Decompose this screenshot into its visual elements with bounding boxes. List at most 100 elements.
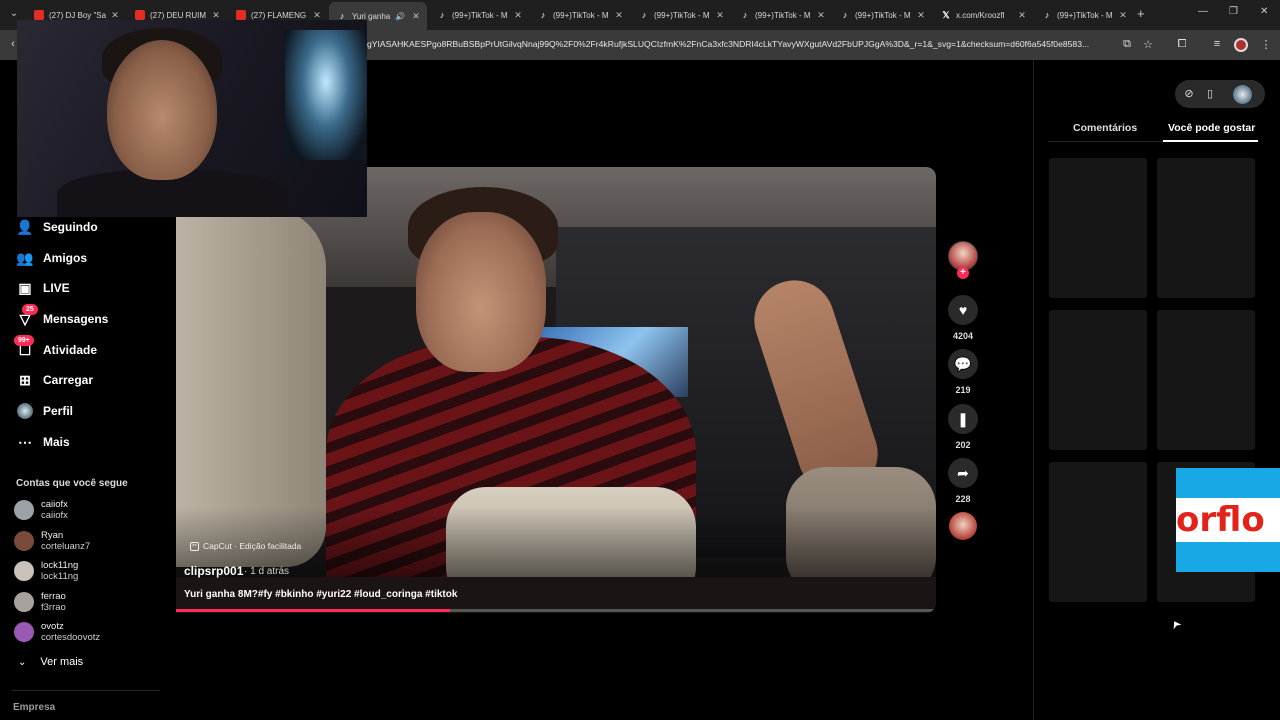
nav-item-friends[interactable]: 👥 Amigos bbox=[16, 248, 87, 268]
nav-item-activity[interactable]: ☐ 99+ Atividade bbox=[14, 335, 98, 360]
bookmark-star-icon[interactable]: ☆ bbox=[1141, 38, 1155, 51]
account-handle: caiiofx bbox=[41, 510, 68, 521]
close-icon[interactable]: ✕ bbox=[409, 11, 423, 22]
messages-icon: ▽ 25 bbox=[16, 304, 38, 328]
comment-count: 219 bbox=[955, 385, 971, 395]
avatar bbox=[14, 500, 34, 520]
minimize-icon[interactable]: — bbox=[1198, 6, 1208, 17]
browser-tab[interactable]: 𝕏 x.com/Kroozfl ✕ bbox=[933, 4, 1033, 26]
close-icon[interactable]: ✕ bbox=[209, 10, 223, 21]
media-control-icon[interactable]: ≡ bbox=[1210, 38, 1224, 50]
profile-icon bbox=[16, 402, 34, 420]
nav-item-label: Perfil bbox=[43, 404, 74, 418]
followed-account[interactable]: ovotz cortesdoovotz bbox=[14, 618, 100, 646]
capcut-icon: ✂ bbox=[190, 541, 199, 551]
close-icon[interactable]: ✕ bbox=[914, 10, 928, 21]
browser-tab[interactable]: ♪ (99+)TikTok - M ✕ bbox=[429, 4, 529, 26]
nav-item-profile[interactable]: Perfil bbox=[16, 401, 73, 421]
tab-label: (99+)TikTok - M bbox=[654, 10, 710, 20]
nav-item-upload[interactable]: ⊞ Carregar bbox=[16, 370, 93, 390]
nav-item-label: Carregar bbox=[43, 373, 94, 387]
menu-kebab-icon[interactable]: ⋮ bbox=[1259, 38, 1273, 51]
close-icon[interactable]: ✕ bbox=[814, 10, 828, 21]
followed-account[interactable]: lock11ng lock11ng bbox=[14, 557, 78, 585]
followed-account[interactable]: ferrao f3rrao bbox=[14, 588, 66, 616]
nav-item-label: Mensagens bbox=[43, 312, 109, 326]
account-handle: f3rrao bbox=[41, 602, 66, 613]
video-player[interactable]: ✂ CapCut · Edição facilitada clipsrp001 … bbox=[176, 167, 936, 613]
tab-label: (27) FLAMENG bbox=[251, 10, 307, 20]
share-icon: ➦ bbox=[957, 464, 969, 481]
close-icon[interactable]: ✕ bbox=[1116, 10, 1130, 21]
account-name: ferrao bbox=[41, 591, 66, 602]
activity-icon: ☐ 99+ bbox=[14, 335, 34, 359]
webcam-neon-light bbox=[285, 30, 367, 160]
chevron-down-icon: ⌄ bbox=[18, 656, 27, 668]
tab-label: (99+)TikTok - M bbox=[1057, 10, 1113, 20]
close-window-icon[interactable]: ✕ bbox=[1260, 6, 1268, 17]
video-progress-bar[interactable] bbox=[176, 609, 936, 612]
browser-tab[interactable]: ♪ (99+)TikTok - M ✕ bbox=[631, 4, 731, 26]
nav-item-label: Amigos bbox=[43, 251, 88, 265]
account-name: caiiofx bbox=[41, 499, 68, 510]
close-icon[interactable]: ✕ bbox=[108, 10, 122, 21]
nav-item-label: Atividade bbox=[43, 343, 98, 357]
account-handle: lock11ng bbox=[41, 571, 79, 582]
ad-overlay-logo[interactable]: orflo bbox=[1176, 468, 1280, 572]
nav-item-live[interactable]: ▣ LIVE bbox=[16, 278, 69, 298]
active-tab-indicator bbox=[1163, 140, 1258, 142]
ad-logo-text: orflo bbox=[1176, 498, 1280, 542]
recommended-video-card[interactable] bbox=[1049, 310, 1147, 450]
video-author[interactable]: clipsrp001 bbox=[184, 564, 243, 578]
close-icon[interactable]: ✕ bbox=[511, 10, 525, 21]
browser-tab[interactable]: ♪ (99+)TikTok - M ✕ bbox=[530, 4, 630, 26]
share-button[interactable]: ➦ bbox=[948, 458, 978, 488]
restore-icon[interactable]: ❐ bbox=[1229, 6, 1238, 17]
followed-account[interactable]: Ryan corteluanz7 bbox=[14, 527, 90, 555]
phone-icon[interactable]: ▯ bbox=[1203, 87, 1217, 100]
followed-account[interactable]: caiiofx caiiofx bbox=[14, 496, 68, 524]
webcam-overlay bbox=[17, 20, 367, 217]
heart-icon: ♥ bbox=[958, 302, 968, 318]
tab-you-may-like[interactable]: Você pode gostar bbox=[1168, 122, 1255, 134]
like-button[interactable]: ♥ bbox=[948, 295, 978, 325]
install-app-icon[interactable]: ⧉ bbox=[1120, 38, 1134, 51]
nav-item-following[interactable]: 👤 Seguindo bbox=[16, 217, 97, 237]
extensions-icon[interactable]: ⧠ bbox=[1175, 38, 1189, 51]
address-bar[interactable]: gYIASAHKAESPgo8RBuBSBpPrUtGilvqNnaj99Q%2… bbox=[367, 39, 1117, 49]
recommended-video-card[interactable] bbox=[1157, 310, 1255, 450]
video-progress-fill bbox=[176, 609, 450, 612]
footer-link-company[interactable]: Empresa bbox=[13, 702, 55, 713]
browser-tab[interactable]: ♪ (99+)TikTok - M ✕ bbox=[732, 4, 832, 26]
recommended-video-card[interactable] bbox=[1157, 158, 1255, 298]
browser-tab[interactable]: ♪ (99+)TikTok - M ✕ bbox=[832, 4, 932, 26]
divider bbox=[12, 690, 160, 691]
nav-item-messages[interactable]: ▽ 25 Mensagens bbox=[16, 304, 109, 329]
see-more-label: Ver mais bbox=[40, 656, 84, 668]
video-caption[interactable]: Yuri ganha 8M?#fy #bkinho #yuri22 #loud_… bbox=[184, 589, 457, 600]
tab-label: (27) DEU RUIM bbox=[150, 10, 207, 20]
tiktok-icon: ♪ bbox=[842, 10, 848, 20]
speaker-icon[interactable]: 🔊 bbox=[395, 12, 405, 21]
save-button[interactable]: ❚ bbox=[948, 404, 978, 434]
close-icon[interactable]: ✕ bbox=[1015, 10, 1029, 21]
see-more-button[interactable]: ⌄ Ver mais bbox=[16, 656, 83, 668]
nav-item-more[interactable]: ⋯ Mais bbox=[16, 432, 70, 452]
recommended-video-card[interactable] bbox=[1049, 158, 1147, 298]
user-avatar[interactable] bbox=[1233, 85, 1252, 104]
recommended-video-card[interactable] bbox=[1049, 462, 1147, 602]
compass-icon[interactable]: ⊘ bbox=[1182, 87, 1196, 100]
close-icon[interactable]: ✕ bbox=[612, 10, 626, 21]
browser-profile-avatar[interactable] bbox=[1234, 38, 1248, 52]
new-tab-icon[interactable]: + bbox=[1137, 6, 1145, 21]
browser-tab[interactable]: ♪ (99+)TikTok - M ✕ bbox=[1034, 4, 1134, 26]
close-icon[interactable]: ✕ bbox=[310, 10, 324, 21]
comment-button[interactable]: 💬 bbox=[948, 349, 978, 379]
sound-disc-avatar[interactable] bbox=[949, 512, 977, 540]
account-name: ovotz bbox=[41, 621, 64, 632]
upload-icon: ⊞ bbox=[19, 371, 31, 388]
close-icon[interactable]: ✕ bbox=[713, 10, 727, 21]
follow-plus-icon[interactable]: + bbox=[957, 267, 969, 279]
youtube-icon bbox=[135, 10, 145, 20]
tab-comments[interactable]: Comentários bbox=[1073, 122, 1137, 134]
